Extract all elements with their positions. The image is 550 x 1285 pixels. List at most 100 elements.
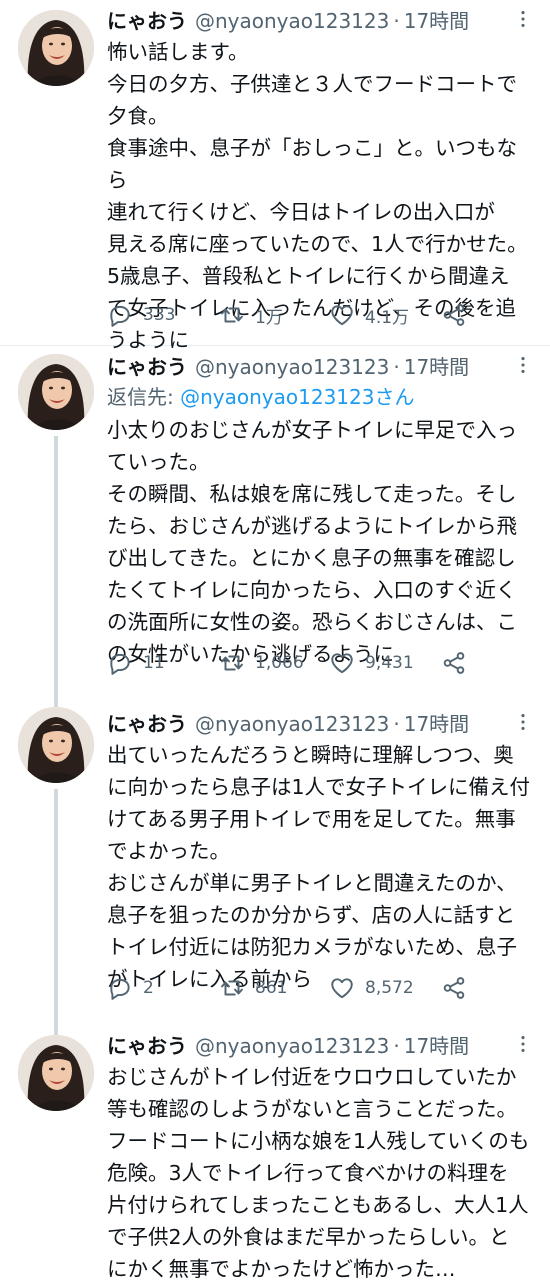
- tweet-line: けてある男子用トイレで用を足してた。無事: [107, 807, 516, 831]
- tweet-line: 出ていったんだろうと瞬時に理解しつつ、奥: [107, 743, 514, 767]
- avatar[interactable]: [18, 707, 94, 783]
- tweet[interactable]: にゃおう @nyaonyao123123 · 17時間 出ていったんだろうと瞬時…: [0, 703, 550, 1025]
- reply-button[interactable]: 2: [107, 975, 219, 1001]
- timestamp[interactable]: 17時間: [404, 354, 469, 380]
- tweet-line: の洗面所に女性の姿。恐らくおじさんは、こ: [107, 610, 517, 634]
- tweet-line: たくてトイレに向かったら、入口のすぐ近く: [107, 578, 517, 602]
- tweet-line: 夕食。: [107, 104, 169, 128]
- like-count: 4.1万: [365, 307, 410, 328]
- display-name[interactable]: にゃおう: [107, 1033, 187, 1059]
- display-name[interactable]: にゃおう: [107, 711, 187, 737]
- tweet-line: その瞬間、私は娘を席に残して走った。そし: [107, 482, 517, 506]
- thread-line: [54, 789, 58, 1025]
- avatar[interactable]: [18, 1035, 94, 1111]
- tweet-line: 片付けられてしまったこともあるし、大人1人: [107, 1193, 529, 1217]
- tweet-line: たら、おじさんが逃げるようにトイレから飛: [107, 514, 517, 538]
- reply-count: 11: [143, 653, 165, 673]
- user-handle[interactable]: @nyaonyao123123: [195, 711, 389, 737]
- tweet-line: にかく無事でよかったけど怖かった…: [107, 1257, 456, 1281]
- tweet-line: 今日の夕方、子供達と３人でフードコートで: [107, 72, 517, 96]
- separator: ·: [393, 1034, 400, 1058]
- reply-to: 返信先: @nyaonyao123123さん: [107, 384, 534, 410]
- like-button[interactable]: 4.1万: [329, 302, 441, 328]
- reply-count: 2: [143, 978, 154, 998]
- like-count: 9,431: [365, 653, 414, 673]
- share-icon: [441, 302, 467, 328]
- display-name[interactable]: にゃおう: [107, 354, 187, 380]
- tweet-text: 小太りのおじさんが女子トイレに早足で入っ ていった。 その瞬間、私は娘を席に残し…: [107, 414, 534, 670]
- share-button[interactable]: [441, 302, 467, 328]
- like-count: 8,572: [365, 978, 414, 998]
- tweet-line: で子供2人の外食はまだ早かったらしい。と: [107, 1225, 510, 1249]
- retweet-button[interactable]: 1万: [219, 302, 329, 328]
- tweet-header: にゃおう @nyaonyao123123 · 17時間: [107, 711, 534, 737]
- caret-icon[interactable]: [512, 354, 534, 381]
- display-name[interactable]: にゃおう: [107, 8, 187, 34]
- reply-button[interactable]: 333: [107, 302, 219, 328]
- thread-line: [54, 436, 58, 703]
- timestamp[interactable]: 17時間: [404, 1033, 469, 1059]
- reply-count: 333: [143, 305, 176, 325]
- share-button[interactable]: [441, 975, 467, 1001]
- tweet-line: 息子を狙ったのか分からず、店の人に話すと: [107, 903, 516, 927]
- tweet-actions: 11 1,066 9,431: [107, 650, 530, 676]
- retweet-count: 1,066: [255, 653, 304, 673]
- tweet-line: おじさんがトイレ付近をウロウロしていたか: [107, 1065, 517, 1089]
- retweet-icon: [219, 302, 245, 328]
- tweet-text: 出ていったんだろうと瞬時に理解しつつ、奥 に向かったら息子は1人で女子トイレに備…: [107, 739, 534, 995]
- tweet-line: び出してきた。とにかく息子の無事を確認し: [107, 546, 516, 570]
- retweet-button[interactable]: 861: [219, 975, 329, 1001]
- timestamp[interactable]: 17時間: [404, 711, 469, 737]
- reply-to-link[interactable]: @nyaonyao123123さん: [180, 385, 414, 409]
- tweet-line: でよかった。: [107, 839, 230, 863]
- heart-icon: [329, 302, 355, 328]
- reply-icon: [107, 302, 133, 328]
- separator: ·: [393, 712, 400, 736]
- reply-button[interactable]: 11: [107, 650, 219, 676]
- tweet-header: にゃおう @nyaonyao123123 · 17時間: [107, 354, 534, 380]
- tweet-line: トイレ付近には防犯カメラがないため、息子: [107, 935, 517, 959]
- caret-icon[interactable]: [512, 1033, 534, 1060]
- avatar[interactable]: [18, 10, 94, 86]
- avatar[interactable]: [18, 354, 94, 430]
- tweet-header: にゃおう @nyaonyao123123 · 17時間: [107, 8, 534, 34]
- retweet-count: 1万: [255, 307, 283, 328]
- retweet-count: 861: [255, 978, 288, 998]
- tweet[interactable]: にゃおう @nyaonyao123123 · 17時間 おじさんがトイレ付近をウ…: [0, 1025, 550, 1281]
- share-icon: [441, 650, 467, 676]
- tweet-line: 危険。3人でトイレ行って食べかけの料理を: [107, 1161, 509, 1185]
- tweet-line: 怖い話します。: [107, 40, 249, 64]
- tweet[interactable]: にゃおう @nyaonyao123123 · 17時間 返信先: @nyaony…: [0, 346, 550, 703]
- reply-icon: [107, 650, 133, 676]
- tweet-text: おじさんがトイレ付近をウロウロしていたか 等も確認のしようがないと言うことだった…: [107, 1061, 534, 1285]
- tweet-line: 小太りのおじさんが女子トイレに早足で入っ: [107, 418, 517, 442]
- retweet-icon: [219, 650, 245, 676]
- user-handle[interactable]: @nyaonyao123123: [195, 354, 389, 380]
- retweet-icon: [219, 975, 245, 1001]
- timestamp[interactable]: 17時間: [404, 8, 469, 34]
- user-handle[interactable]: @nyaonyao123123: [195, 1033, 389, 1059]
- separator: ·: [393, 355, 400, 379]
- tweet-actions: 333 1万 4.1万: [107, 302, 530, 328]
- heart-icon: [329, 650, 355, 676]
- separator: ·: [393, 9, 400, 33]
- heart-icon: [329, 975, 355, 1001]
- caret-icon[interactable]: [512, 8, 534, 35]
- tweet-line: 食事途中、息子が「おしっこ」と。いつもなら: [107, 136, 517, 192]
- user-handle[interactable]: @nyaonyao123123: [195, 8, 389, 34]
- tweet[interactable]: にゃおう @nyaonyao123123 · 17時間 怖い話します。 今日の夕…: [0, 0, 550, 352]
- retweet-button[interactable]: 1,066: [219, 650, 329, 676]
- reply-icon: [107, 975, 133, 1001]
- like-button[interactable]: 8,572: [329, 975, 441, 1001]
- tweet-line: 5歳息子、普段私とトイレに行くから間違え: [107, 264, 510, 288]
- reply-to-label: 返信先:: [107, 385, 181, 409]
- share-icon: [441, 975, 467, 1001]
- tweet-line: に向かったら息子は1人で女子トイレに備え付: [107, 775, 531, 799]
- tweet-line: おじさんが単に男子トイレと間違えたのか、: [107, 871, 517, 895]
- share-button[interactable]: [441, 650, 467, 676]
- like-button[interactable]: 9,431: [329, 650, 441, 676]
- tweet-actions: 2 861 8,572: [107, 975, 530, 1001]
- caret-icon[interactable]: [512, 711, 534, 738]
- thread-line: [54, 1025, 58, 1035]
- tweet-line: 等も確認のしようがないと言うことだった。: [107, 1097, 517, 1121]
